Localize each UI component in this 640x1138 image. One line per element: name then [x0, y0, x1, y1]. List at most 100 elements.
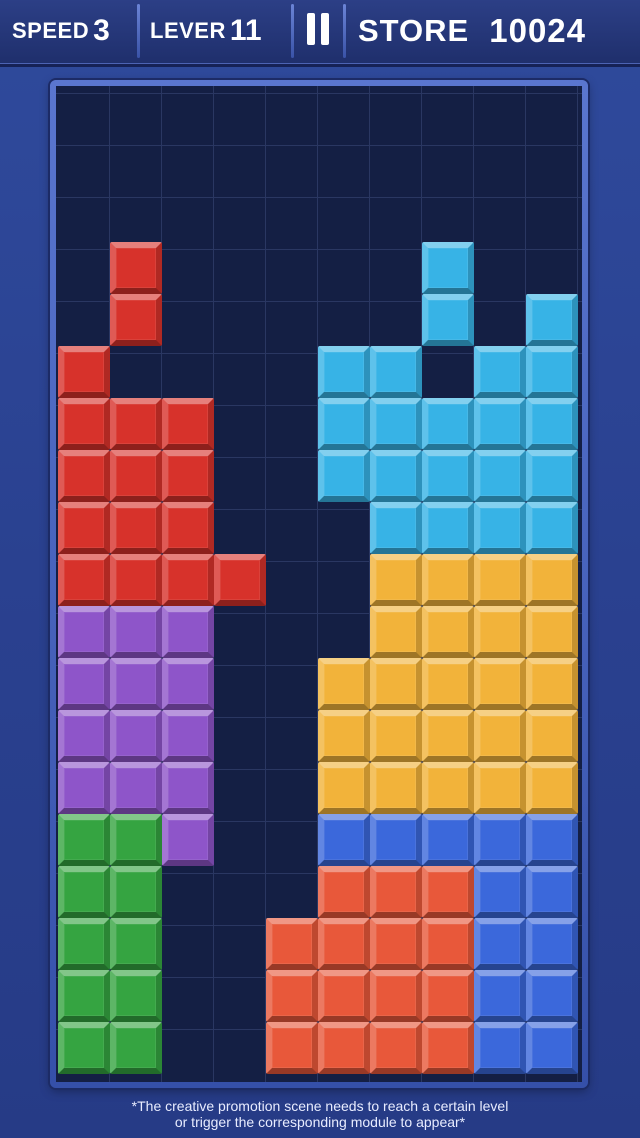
tetromino-block [110, 866, 162, 918]
tetromino-block [58, 970, 110, 1022]
promotion-footnote: *The creative promotion scene needs to r… [0, 1098, 640, 1130]
tetromino-block [422, 762, 474, 814]
tetromino-block [370, 398, 422, 450]
pause-icon [304, 12, 332, 50]
tetromino-block [58, 502, 110, 554]
tetromino-block [266, 1022, 318, 1074]
tetromino-block [110, 658, 162, 710]
tetromino-block [162, 606, 214, 658]
tetromino-block [422, 242, 474, 294]
hud-bar: SPEED 3 LEVER 11 STORE 10024 [0, 0, 640, 67]
tetromino-block [58, 554, 110, 606]
tetromino-block [58, 606, 110, 658]
tetromino-block [474, 346, 526, 398]
tetromino-block [474, 710, 526, 762]
tetromino-block [526, 710, 578, 762]
tetromino-block [110, 554, 162, 606]
tetromino-block [58, 866, 110, 918]
tetromino-block [318, 814, 370, 866]
tetromino-block [110, 450, 162, 502]
store-label: STORE [358, 13, 470, 48]
hud-divider [343, 4, 346, 58]
tetromino-block [162, 450, 214, 502]
pause-button[interactable] [296, 6, 340, 56]
lever-label: LEVER [150, 18, 226, 43]
tetromino-block [422, 970, 474, 1022]
tetromino-block [266, 970, 318, 1022]
tetromino-block [162, 762, 214, 814]
tetromino-block [162, 814, 214, 866]
tetromino-block [526, 918, 578, 970]
tetromino-block [110, 814, 162, 866]
tetromino-block [162, 658, 214, 710]
tetromino-block [162, 398, 214, 450]
tetromino-block [318, 918, 370, 970]
tetromino-block [370, 814, 422, 866]
tetromino-block [370, 918, 422, 970]
store-value: 10024 [489, 12, 586, 49]
tetromino-block [474, 398, 526, 450]
level-indicator: LEVER 11 [150, 6, 286, 56]
tetromino-block [526, 1022, 578, 1074]
tetromino-block [58, 710, 110, 762]
footnote-line-2: or trigger the corresponding module to a… [174, 1114, 466, 1130]
tetromino-block [58, 1022, 110, 1074]
tetromino-block [474, 1022, 526, 1074]
tetromino-block [526, 554, 578, 606]
tetromino-block [370, 710, 422, 762]
tetromino-block [422, 502, 474, 554]
tetromino-block [318, 710, 370, 762]
tetromino-block [422, 866, 474, 918]
tetromino-block [422, 658, 474, 710]
tetromino-block [58, 346, 110, 398]
tetromino-block [370, 762, 422, 814]
tetromino-block [370, 346, 422, 398]
lever-value: 11 [229, 14, 262, 47]
tetromino-block [58, 398, 110, 450]
tetromino-block [526, 398, 578, 450]
tetromino-block [474, 606, 526, 658]
tetromino-block [474, 450, 526, 502]
tetromino-block [370, 866, 422, 918]
tetromino-block [318, 970, 370, 1022]
tetromino-block [422, 1022, 474, 1074]
tetromino-block [318, 450, 370, 502]
tetromino-block [214, 554, 266, 606]
tetromino-block [526, 658, 578, 710]
tetromino-block [370, 554, 422, 606]
tetromino-block [474, 866, 526, 918]
tetromino-block [110, 502, 162, 554]
tetromino-block [526, 450, 578, 502]
speed-value: 3 [93, 14, 110, 47]
tetromino-block [58, 762, 110, 814]
tetromino-block [58, 450, 110, 502]
tetromino-block [58, 658, 110, 710]
tetromino-block [162, 710, 214, 762]
tetromino-block [318, 866, 370, 918]
tetromino-block [318, 658, 370, 710]
speed-label: SPEED [12, 18, 90, 43]
tetromino-block [110, 398, 162, 450]
tetromino-block [318, 762, 370, 814]
tetromino-block [110, 606, 162, 658]
hud-divider [291, 4, 294, 58]
tetromino-block [110, 242, 162, 294]
tetromino-block [474, 970, 526, 1022]
tetromino-block [526, 294, 578, 346]
speed-indicator: SPEED 3 [12, 6, 130, 56]
tetromino-block [370, 1022, 422, 1074]
tetromino-block [370, 658, 422, 710]
tetromino-block [526, 866, 578, 918]
game-board[interactable] [56, 86, 582, 1082]
tetromino-block [526, 606, 578, 658]
tetromino-block [110, 1022, 162, 1074]
tetromino-block [422, 398, 474, 450]
tetromino-block [110, 970, 162, 1022]
tetromino-block [474, 554, 526, 606]
score-display: STORE 10024 [358, 6, 628, 56]
tetromino-block [162, 502, 214, 554]
tetromino-block [58, 918, 110, 970]
hud-divider [137, 4, 140, 58]
tetromino-block [318, 398, 370, 450]
tetromino-block [58, 814, 110, 866]
